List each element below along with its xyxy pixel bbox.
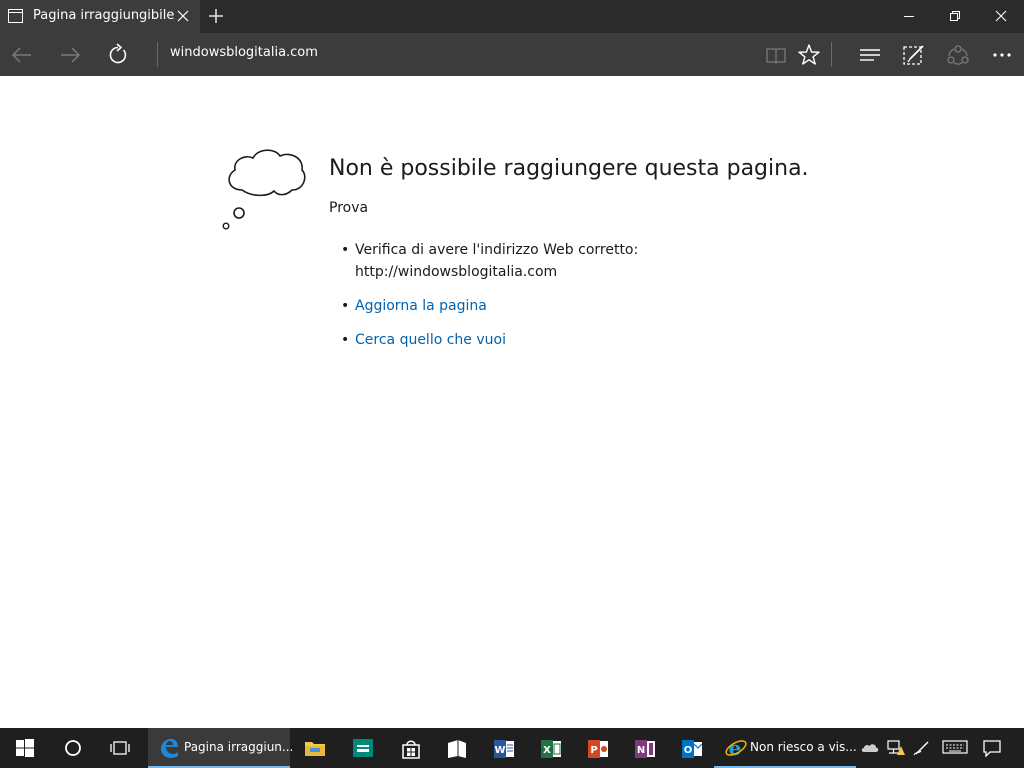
tab-title: Pagina irraggiungibile [33,8,175,23]
action-center-icon [983,740,1001,757]
tray-action-center[interactable] [980,728,1006,768]
store-icon [402,740,420,759]
favorite-star-icon[interactable] [795,41,823,69]
tab-active[interactable]: Pagina irraggiungibile [0,0,200,33]
hub-icon[interactable] [856,41,884,69]
share-icon[interactable] [944,41,972,69]
page-icon [8,9,23,23]
svg-text:e: e [729,736,742,760]
start-button[interactable] [0,728,48,768]
powerpoint-icon: P [588,740,608,758]
bullet: • [341,298,350,314]
task-view-icon [110,741,130,755]
tray-keyboard[interactable] [940,728,970,768]
close-icon [995,10,1007,22]
mail-icon [448,740,466,758]
taskbar-app-internet-explorer[interactable]: e Non riesco a vis... [714,728,857,768]
minimize-icon [904,16,914,17]
tray-onedrive[interactable] [858,728,882,768]
web-note-icon[interactable] [899,41,927,69]
taskbar-file-explorer[interactable] [290,728,338,768]
try-label: Prova [329,200,369,216]
file-explorer-icon [305,742,325,756]
onedrive-icon [861,744,879,752]
suggestion-url: http://windowsblogitalia.com [355,264,558,280]
refresh-icon[interactable] [104,41,132,69]
windows-logo-icon [16,739,34,757]
page-content: Non è possibile raggiungere questa pagin… [0,76,1024,728]
svg-text:P: P [590,745,597,756]
taskbar-sway[interactable] [338,728,386,768]
taskbar-powerpoint[interactable]: P [573,728,621,768]
cortana-icon [65,740,81,756]
close-tab-icon[interactable] [177,9,189,23]
onenote-icon: N [635,740,655,758]
taskbar-mail[interactable] [432,728,480,768]
toolbar-separator [831,42,832,67]
navigation-bar: windowsblogitalia.com [0,33,1024,76]
reading-view-icon[interactable] [762,41,790,69]
taskbar-app-label: Pagina irraggiun... [184,740,294,754]
taskbar-excel[interactable]: X [526,728,574,768]
bullet: • [341,242,350,258]
internet-explorer-icon: e [725,736,747,760]
edge-icon [161,739,178,758]
thought-cloud-icon [222,149,306,230]
outlook-icon: O [682,740,703,758]
svg-text:N: N [637,745,645,756]
keyboard-icon [942,740,968,754]
back-icon[interactable] [8,41,36,69]
word-icon: W [494,740,514,758]
minimize-button[interactable] [886,0,932,33]
tray-network[interactable] [884,728,908,768]
more-icon[interactable] [988,41,1016,69]
svg-text:O: O [684,745,693,756]
tray-pen[interactable] [910,728,934,768]
forward-icon[interactable] [56,41,84,69]
svg-text:X: X [543,745,551,756]
cortana-button[interactable] [48,728,96,768]
suggestion-text: Verifica di avere l'indirizzo Web corret… [355,242,639,258]
error-heading: Non è possibile raggiungere questa pagin… [329,156,809,181]
address-bar[interactable]: windowsblogitalia.com [170,45,318,60]
taskbar-app-label: Non riesco a vis... [750,740,857,754]
refresh-page-link[interactable]: Aggiorna la pagina [355,295,487,317]
taskbar: Pagina irraggiun... W X P N O e Non ries… [0,728,1024,768]
bullet: • [341,332,350,348]
network-icon [887,740,905,755]
address-separator [157,42,158,67]
title-bar: Pagina irraggiungibile [0,0,1024,33]
taskbar-onenote[interactable]: N [620,728,668,768]
pen-icon [913,741,929,756]
close-window-button[interactable] [978,0,1024,33]
sway-icon [353,739,373,757]
svg-text:W: W [494,745,505,756]
taskbar-outlook[interactable]: O [667,728,715,768]
restore-button[interactable] [932,0,978,33]
restore-icon [950,11,960,21]
task-view-button[interactable] [96,728,144,768]
taskbar-app-edge[interactable]: Pagina irraggiun... [148,728,294,768]
taskbar-store[interactable] [386,728,434,768]
taskbar-word[interactable]: W [479,728,527,768]
new-tab-icon[interactable] [207,7,225,25]
search-link[interactable]: Cerca quello che vuoi [355,329,506,351]
excel-icon: X [541,740,561,758]
